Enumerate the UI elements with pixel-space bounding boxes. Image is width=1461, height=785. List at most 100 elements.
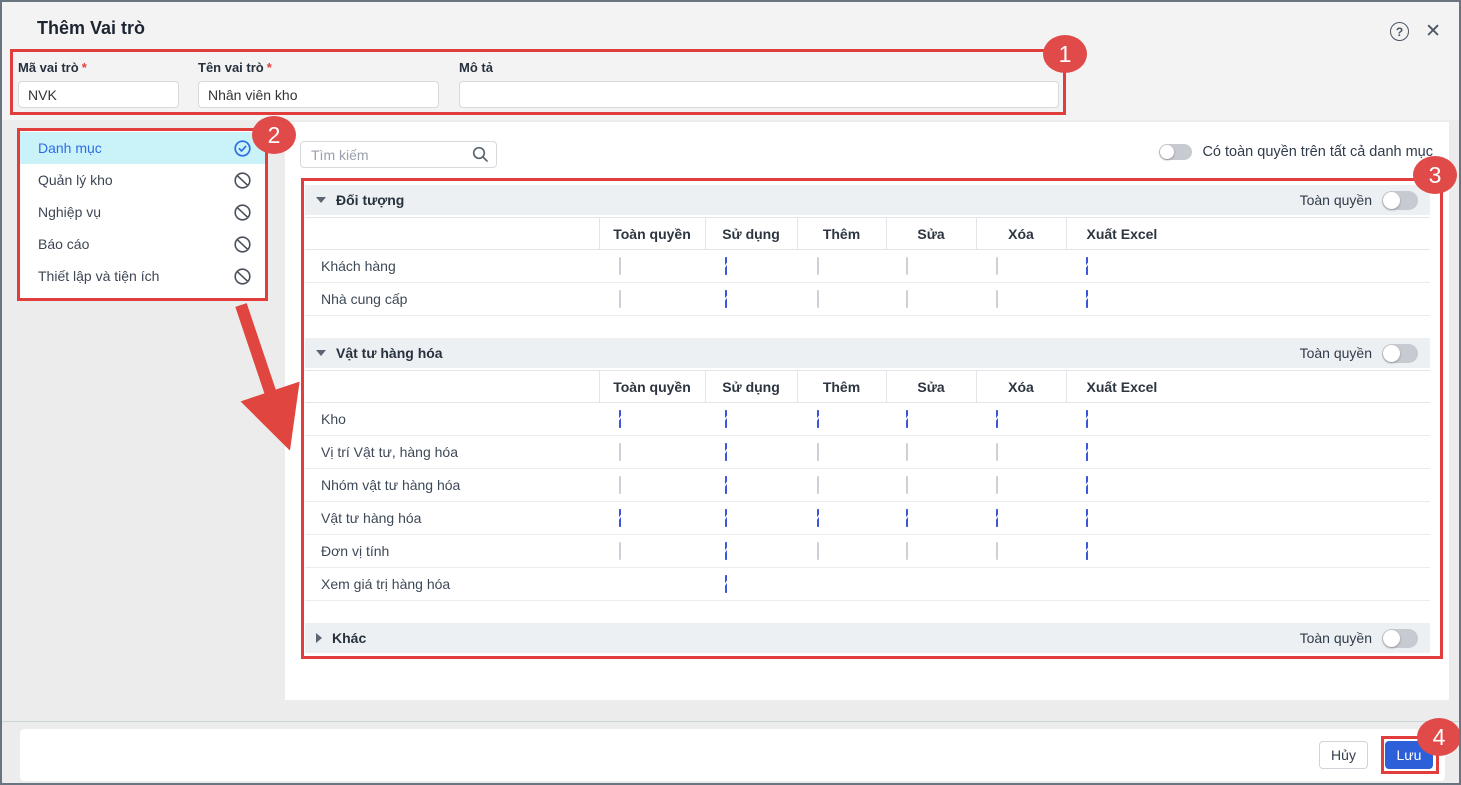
checkbox[interactable]: [619, 509, 621, 527]
full-permission-label: Toàn quyền: [1299, 345, 1372, 361]
checkbox[interactable]: [619, 410, 621, 428]
annotation-box-3: Đối tượng Toàn quyền Toàn quyền Sử dụng …: [301, 178, 1443, 659]
checkbox[interactable]: [817, 542, 819, 560]
check-circle-icon: [233, 139, 251, 157]
sidebar-item-danh-muc[interactable]: Danh mục: [20, 132, 265, 164]
sidebar-item-label: Danh mục: [38, 140, 102, 156]
checkbox[interactable]: [906, 509, 908, 527]
checkbox[interactable]: [996, 257, 998, 275]
checkbox[interactable]: [619, 476, 621, 494]
sidebar-item-label: Quản lý kho: [38, 172, 113, 188]
checkbox[interactable]: [996, 476, 998, 494]
checkbox[interactable]: [817, 257, 819, 275]
checkbox[interactable]: [817, 443, 819, 461]
help-icon[interactable]: [1390, 22, 1410, 41]
section-title: Vật tư hàng hóa: [336, 345, 443, 361]
checkbox[interactable]: [817, 410, 819, 428]
checkbox[interactable]: [906, 443, 908, 461]
row-label: Khách hàng: [305, 249, 599, 283]
checkbox[interactable]: [1086, 290, 1088, 308]
table-row: Khách hàng: [305, 249, 1430, 283]
checkbox[interactable]: [725, 290, 727, 308]
checkbox[interactable]: [996, 542, 998, 560]
sidebar-item-nghiep-vu[interactable]: Nghiệp vụ: [20, 196, 265, 228]
no-access-icon: [233, 203, 251, 221]
checkbox[interactable]: [725, 575, 727, 593]
full-permission-all-toggle[interactable]: [1159, 144, 1193, 160]
column-header: Toàn quyền: [599, 217, 706, 250]
column-header: Thêm: [797, 217, 887, 250]
cancel-button[interactable]: Hủy: [1319, 741, 1368, 769]
close-icon[interactable]: [1425, 22, 1441, 41]
search-input[interactable]: [300, 141, 497, 168]
checkbox[interactable]: [817, 509, 819, 527]
table-row: Nhà cung cấp: [305, 282, 1430, 316]
column-header-empty: [305, 370, 600, 403]
checkbox[interactable]: [996, 290, 998, 308]
checkbox[interactable]: [996, 509, 998, 527]
section-full-permission-toggle[interactable]: [1382, 343, 1418, 363]
section-full-permission-toggle[interactable]: [1382, 628, 1418, 648]
sidebar-item-thiet-lap[interactable]: Thiết lập và tiện ích: [20, 260, 265, 292]
column-header-empty: [305, 217, 600, 250]
footer-bar: Hủy Lưu: [20, 729, 1445, 781]
row-label: Kho: [305, 402, 599, 436]
checkbox[interactable]: [1086, 542, 1088, 560]
section-full-permission-toggle[interactable]: [1382, 190, 1418, 210]
checkbox[interactable]: [906, 290, 908, 308]
column-header: Sử dụng: [705, 217, 798, 250]
checkbox[interactable]: [725, 257, 727, 275]
section-header-vat-tu[interactable]: Vật tư hàng hóa Toàn quyền: [305, 338, 1430, 368]
checkbox[interactable]: [906, 410, 908, 428]
checkbox[interactable]: [906, 542, 908, 560]
table-row: Đơn vị tính: [305, 534, 1430, 568]
checkbox[interactable]: [1086, 443, 1088, 461]
annotation-box-1: [10, 49, 1066, 115]
table-header-row: Toàn quyền Sử dụng Thêm Sửa Xóa Xuất Exc…: [305, 370, 1430, 403]
page-title: Thêm Vai trò: [37, 18, 146, 38]
section-header-doi-tuong[interactable]: Đối tượng Toàn quyền: [305, 185, 1430, 215]
search-icon[interactable]: [472, 146, 489, 168]
checkbox[interactable]: [817, 290, 819, 308]
annotation-badge-3: 3: [1413, 156, 1457, 194]
column-header: Xóa: [976, 217, 1067, 250]
full-permission-label: Toàn quyền: [1299, 630, 1372, 646]
sidebar-item-label: Nghiệp vụ: [38, 204, 102, 220]
full-permission-all-toggle-group: Có toàn quyền trên tất cả danh mục: [1159, 144, 1433, 160]
column-header: Xuất Excel: [1066, 217, 1430, 250]
checkbox[interactable]: [725, 443, 727, 461]
checkbox[interactable]: [1086, 509, 1088, 527]
no-access-icon: [233, 235, 251, 253]
section-header-khac[interactable]: Khác Toàn quyền: [305, 623, 1430, 653]
checkbox[interactable]: [906, 257, 908, 275]
checkbox[interactable]: [725, 476, 727, 494]
column-header: Sửa: [886, 217, 977, 250]
full-permission-all-label: Có toàn quyền trên tất cả danh mục: [1202, 144, 1433, 160]
checkbox[interactable]: [619, 257, 621, 275]
row-label: Vật tư hàng hóa: [305, 501, 599, 535]
checkbox[interactable]: [725, 509, 727, 527]
checkbox[interactable]: [725, 542, 727, 560]
checkbox[interactable]: [1086, 257, 1088, 275]
checkbox[interactable]: [619, 443, 621, 461]
sidebar-item-quan-ly-kho[interactable]: Quản lý kho: [20, 164, 265, 196]
checkbox[interactable]: [619, 542, 621, 560]
column-header: Xóa: [976, 370, 1067, 403]
permissions-table-doi-tuong: Toàn quyền Sử dụng Thêm Sửa Xóa Xuất Exc…: [305, 217, 1430, 316]
section-title: Khác: [332, 630, 367, 646]
row-label: Vị trí Vật tư, hàng hóa: [305, 435, 599, 469]
search-box: [300, 141, 497, 168]
checkbox[interactable]: [725, 410, 727, 428]
permissions-table-vat-tu: Toàn quyền Sử dụng Thêm Sửa Xóa Xuất Exc…: [305, 370, 1430, 601]
checkbox[interactable]: [996, 410, 998, 428]
checkbox[interactable]: [619, 290, 621, 308]
checkbox[interactable]: [1086, 410, 1088, 428]
checkbox[interactable]: [996, 443, 998, 461]
annotation-badge-1: 1: [1043, 35, 1087, 73]
checkbox[interactable]: [817, 476, 819, 494]
row-label: Đơn vị tính: [305, 534, 599, 568]
permission-group-list: Danh mục Quản lý kho Nghiệp vụ Báo cáo T…: [20, 132, 265, 292]
checkbox[interactable]: [906, 476, 908, 494]
sidebar-item-bao-cao[interactable]: Báo cáo: [20, 228, 265, 260]
checkbox[interactable]: [1086, 476, 1088, 494]
